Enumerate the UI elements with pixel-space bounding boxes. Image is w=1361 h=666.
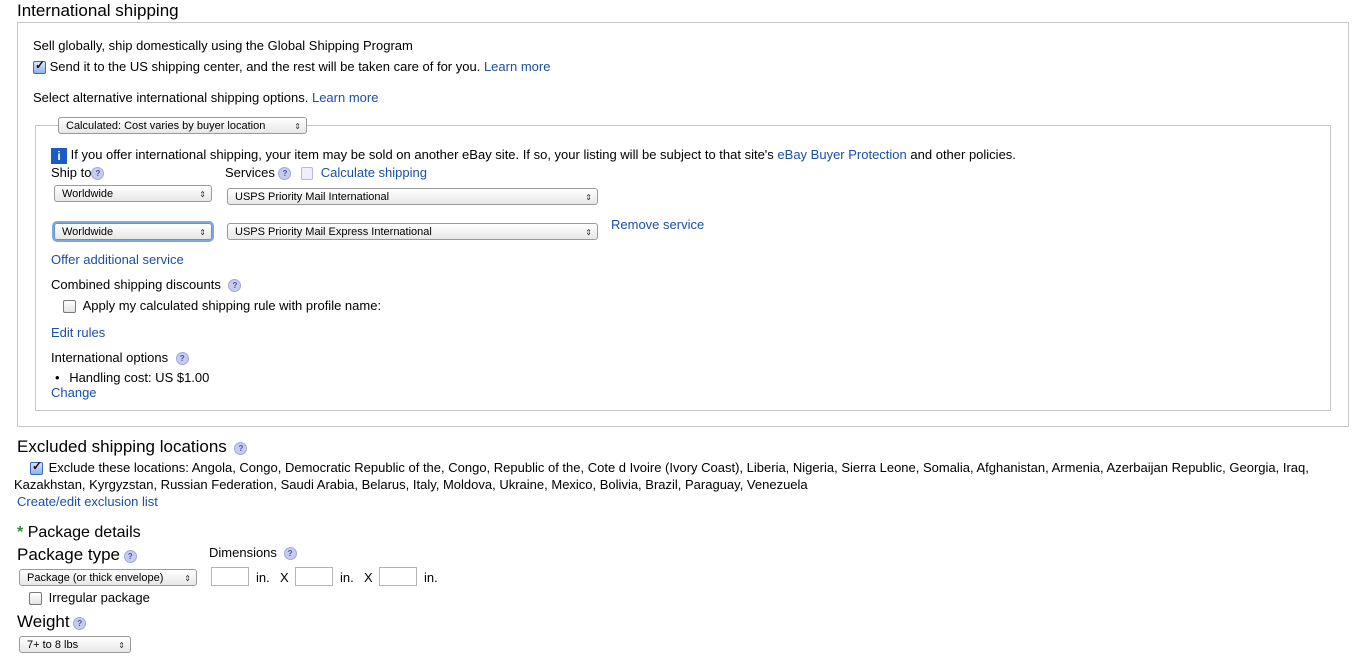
weight-help-icon[interactable]: ? <box>73 617 87 631</box>
package-type-select[interactable]: Package (or thick envelope) ⇕ <box>19 569 197 586</box>
bullet-icon: • <box>55 370 60 385</box>
gsp-row: Send it to the US shipping center, and t… <box>33 58 550 75</box>
package-details-title: Package details <box>27 524 141 541</box>
intl-info-text: If you offer international shipping, you… <box>70 147 774 162</box>
intl-info-row: i If you offer international shipping, y… <box>51 147 1016 164</box>
exclude-list-line2: Kazakhstan, Kyrgyzstan, Russian Federati… <box>14 477 808 492</box>
cost-type-value: Calculated: Cost varies by buyer locatio… <box>66 120 266 132</box>
package-type-value: Package (or thick envelope) <box>27 572 164 584</box>
info-icon: i <box>51 147 67 164</box>
dimension-height-input[interactable] <box>379 567 417 586</box>
gsp-learn-more-link[interactable]: Learn more <box>484 59 550 74</box>
required-mark: * <box>17 524 24 541</box>
irregular-checkbox[interactable] <box>29 592 42 606</box>
package-type-help-icon[interactable]: ? <box>123 550 137 564</box>
service-select-1[interactable]: USPS Priority Mail International ⇕ <box>227 188 598 205</box>
offer-additional-service-link[interactable]: Offer additional service <box>51 252 184 267</box>
dimensions-label: Dimensions <box>209 545 277 560</box>
gsp-text: Sell globally, ship domestically using t… <box>33 38 413 53</box>
services-header: Services ? Calculate shipping <box>225 165 427 181</box>
weight-header: Weight ? <box>17 612 87 632</box>
combined-discounts-help-icon[interactable]: ? <box>228 279 242 293</box>
intl-options-label: International options <box>51 350 169 365</box>
intl-info-tail: and other policies. <box>910 147 1016 162</box>
calculator-icon <box>301 167 314 181</box>
service-value-2: USPS Priority Mail Express International <box>235 226 432 238</box>
intl-options-row: International options ? <box>51 350 189 366</box>
service-value-1: USPS Priority Mail International <box>235 191 390 203</box>
ship-to-arrow-icon-2: ⇕ <box>199 228 206 237</box>
exclude-list-line1: Exclude these locations: Angola, Congo, … <box>48 460 1309 475</box>
unit-length: in. <box>256 570 270 585</box>
handling-cost-item: • Handling cost: US $1.00 <box>55 370 209 385</box>
service-arrow-icon-1: ⇕ <box>585 193 592 202</box>
calculate-shipping-link[interactable]: Calculate shipping <box>321 165 427 180</box>
dimension-length-input[interactable] <box>211 567 249 586</box>
cost-type-arrow-icon: ⇕ <box>294 122 301 131</box>
ship-to-value-1: Worldwide <box>62 188 114 200</box>
unit-width: in. <box>340 570 354 585</box>
combined-discounts-row: Combined shipping discounts ? <box>51 277 242 293</box>
ship-to-select-2[interactable]: Worldwide ⇕ <box>54 223 212 240</box>
combined-discounts-label: Combined shipping discounts <box>51 277 221 292</box>
ship-to-select-1[interactable]: Worldwide ⇕ <box>54 185 212 202</box>
service-select-2[interactable]: USPS Priority Mail Express International… <box>227 223 598 240</box>
excluded-title: Excluded shipping locations <box>17 437 227 456</box>
change-handling-link[interactable]: Change <box>51 385 97 400</box>
ship-to-arrow-icon-1: ⇕ <box>199 190 206 199</box>
apply-rule-row: Apply my calculated shipping rule with p… <box>63 298 382 314</box>
intl-shipping-title: International shipping <box>17 1 179 20</box>
package-type-arrow-icon: ⇕ <box>184 574 191 583</box>
package-type-label: Package type <box>17 545 121 564</box>
times-sign-1: X <box>280 570 289 585</box>
irregular-label: Irregular package <box>48 590 150 605</box>
remove-service-link[interactable]: Remove service <box>611 217 704 232</box>
handling-cost-text: Handling cost: US $1.00 <box>69 370 210 385</box>
alt-options-text: Select alternative international shippin… <box>33 90 309 105</box>
apply-rule-label: Apply my calculated shipping rule with p… <box>82 298 382 313</box>
weight-label: Weight <box>17 612 70 631</box>
exclude-checkbox[interactable] <box>30 459 43 476</box>
services-label: Services <box>225 165 275 180</box>
times-sign-2: X <box>364 570 373 585</box>
alt-options-row: Select alternative international shippin… <box>33 90 378 105</box>
ship-to-header: Ship to? <box>51 165 105 181</box>
dimension-width-input[interactable] <box>295 567 333 586</box>
edit-exclusion-list-link[interactable]: Create/edit exclusion list <box>17 494 158 509</box>
gsp-checkbox[interactable] <box>33 58 46 75</box>
ship-to-label: Ship to <box>51 165 92 180</box>
dimensions-help-icon[interactable]: ? <box>283 547 297 561</box>
services-help-icon[interactable]: ? <box>278 167 292 181</box>
ship-to-value-2: Worldwide <box>62 226 114 238</box>
excluded-header: Excluded shipping locations ? <box>17 437 248 457</box>
unit-height: in. <box>424 570 438 585</box>
alt-options-learn-more-link[interactable]: Learn more <box>312 90 378 105</box>
package-type-header: Package type ? <box>17 545 137 565</box>
apply-rule-checkbox[interactable] <box>63 300 76 314</box>
weight-value: 7+ to 8 lbs <box>27 639 79 651</box>
buyer-protection-link[interactable]: eBay Buyer Protection <box>777 147 906 162</box>
irregular-row: Irregular package <box>29 590 150 606</box>
intl-options-help-icon[interactable]: ? <box>175 352 189 366</box>
exclude-row: Exclude these locations: Angola, Congo, … <box>30 459 1309 476</box>
edit-rules-link[interactable]: Edit rules <box>51 325 105 340</box>
service-arrow-icon-2: ⇕ <box>585 228 592 237</box>
cost-type-select[interactable]: Calculated: Cost varies by buyer locatio… <box>58 117 307 134</box>
gsp-check-label: Send it to the US shipping center, and t… <box>49 59 481 74</box>
excluded-help-icon[interactable]: ? <box>234 442 248 456</box>
ship-to-help-icon[interactable]: ? <box>91 167 105 181</box>
weight-arrow-icon: ⇕ <box>118 641 125 650</box>
dimensions-header: Dimensions ? <box>209 545 297 561</box>
weight-select[interactable]: 7+ to 8 lbs ⇕ <box>19 636 131 653</box>
package-details-header: * Package details <box>17 524 141 542</box>
